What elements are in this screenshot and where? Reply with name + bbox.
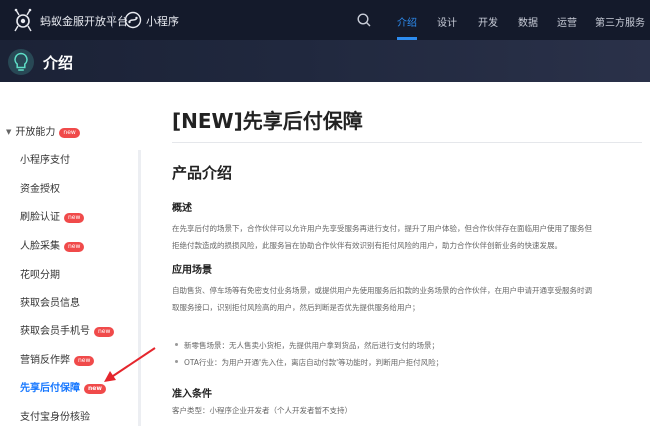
sidebar-item-label: 获取会员手机号	[20, 326, 90, 337]
nav-tab-third-party[interactable]: 第三方服务	[595, 14, 645, 29]
sidebar-item-label: 资金授权	[20, 184, 60, 195]
heading-overview: 概述	[172, 203, 192, 214]
heading-scenarios: 应用场景	[172, 265, 212, 276]
section-title: 介绍	[43, 54, 74, 72]
sidebar-item-label: 人脸采集	[20, 241, 60, 252]
section-heading-product-intro: 产品介绍	[172, 164, 233, 182]
sidebar-item-face-verification[interactable]: 刷脸认证 new	[20, 208, 85, 223]
bullet-text: 新零售场景：无人售卖小货柜，先提供用户拿到货品，然后进行支付的场景；	[184, 341, 439, 350]
nav-tab-intro[interactable]: 介绍	[397, 14, 417, 29]
search-icon[interactable]	[356, 12, 372, 28]
sidebar-item-huabei-installment[interactable]: 花呗分期	[20, 266, 60, 281]
sidebar-item-label: 刷脸认证	[20, 212, 60, 223]
sidebar-item-label: 小程序支付	[20, 155, 70, 166]
bullet-dot	[175, 343, 178, 346]
mini-program-icon[interactable]	[124, 11, 142, 29]
brand-name[interactable]: 蚂蚁金服开放平台	[40, 13, 128, 29]
sidebar-item-label: 先享后付保障	[20, 383, 80, 394]
caret-down-icon: ▼	[6, 128, 12, 136]
sidebar-item-mini-program-payment[interactable]: 小程序支付	[20, 151, 70, 166]
title-divider	[172, 142, 642, 143]
sidebar-item-label: 营销反作弊	[20, 355, 70, 366]
new-badge: new	[64, 242, 85, 252]
red-arrow-annotation	[104, 347, 156, 382]
sidebar-section-label: 开放能力	[15, 127, 56, 138]
sidebar-section-open-abilities[interactable]: ▼ 开放能力 new	[6, 123, 80, 138]
bullet-text: OTA行业：为用户开通'先入住，离店自动付款'等功能时，判断用户拒付风险；	[184, 358, 444, 367]
ant-logo-icon[interactable]	[9, 6, 37, 34]
sidebar-item-face-capture[interactable]: 人脸采集 new	[20, 237, 85, 252]
new-badge: new	[59, 128, 80, 138]
bullet-item: OTA行业：为用户开通'先入住，离店自动付款'等功能时，判断用户拒付风险；	[175, 357, 634, 368]
section-header-band	[0, 40, 650, 82]
conditions-text: 客户类型：小程序企业开发者（个人开发者暂不支持）	[172, 406, 352, 415]
sidebar-item-fund-authorization[interactable]: 资金授权	[20, 180, 60, 195]
heading-access-conditions: 准入条件	[172, 389, 212, 400]
sidebar-item-member-info[interactable]: 获取会员信息	[20, 294, 80, 309]
bullet-dot	[175, 360, 178, 363]
sidebar-item-alipay-identity-check[interactable]: 支付宝身份核验	[20, 408, 90, 423]
scenario-paragraph: 自助售货、停车场等有免密支付业务场景，或提供用户先使用服务后扣款的业务场景的合作…	[172, 282, 642, 316]
overview-paragraph: 在先享后付的场景下，合作伙伴可以允许用户先享受服务再进行支付，提升了用户体验，但…	[172, 220, 642, 254]
scenario-line: 自助售货、停车场等有免密支付业务场景，或提供用户先使用服务后扣款的业务场景的合作…	[172, 286, 592, 295]
new-badge: new	[94, 327, 115, 337]
nav-tab-develop[interactable]: 开发	[478, 14, 498, 29]
new-badge: new	[64, 213, 85, 223]
sidebar-item-label: 花呗分期	[20, 270, 60, 281]
nav-tab-operation[interactable]: 运营	[557, 14, 577, 29]
sidebar-item-marketing-anti-fraud[interactable]: 营销反作弊 new	[20, 351, 95, 366]
sidebar-item-member-phone[interactable]: 获取会员手机号 new	[20, 322, 115, 337]
new-badge: new	[74, 356, 95, 366]
nav-divider	[112, 12, 113, 28]
product-label[interactable]: 小程序	[146, 13, 179, 29]
sidebar-item-pay-later-guarantee[interactable]: 先享后付保障 new	[20, 379, 106, 394]
sidebar-item-label: 支付宝身份核验	[20, 412, 90, 423]
scenario-line: 取服务接口，识别拒付风险高的用户，然后判断是否优先提供服务给用户；	[172, 303, 420, 312]
page-title: [NEW]先享后付保障	[172, 109, 363, 133]
sidebar-item-label: 获取会员信息	[20, 298, 80, 309]
nav-tab-data[interactable]: 数据	[518, 14, 538, 29]
nav-tab-design[interactable]: 设计	[437, 14, 457, 29]
bullet-item: 新零售场景：无人售卖小货柜，先提供用户拿到货品，然后进行支付的场景；	[175, 340, 634, 351]
overview-line: 在先享后付的场景下，合作伙伴可以允许用户先享受服务再进行支付，提升了用户体验，但…	[172, 224, 592, 233]
overview-line: 拒绝付款造成的损损风险，此服务旨在协助合作伙伴有效识别有拒付风险的用户，助力合作…	[172, 241, 562, 250]
bulb-icon	[8, 49, 34, 75]
